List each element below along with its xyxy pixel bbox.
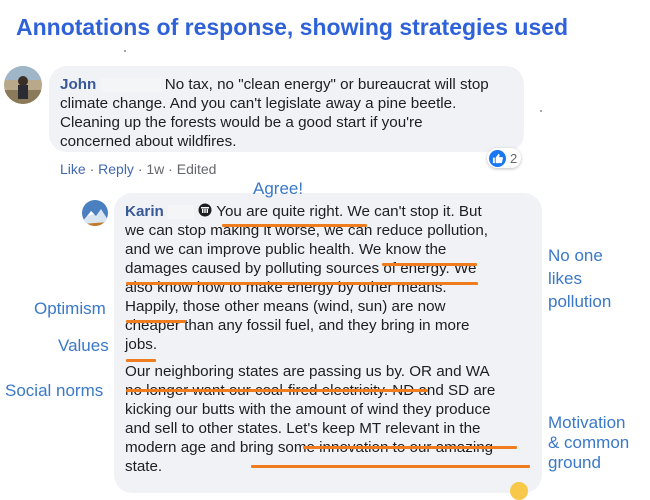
redacted-name (168, 204, 195, 219)
timestamp[interactable]: 1w (146, 161, 164, 177)
like-link[interactable]: Like (60, 161, 86, 177)
annotation-underline (126, 389, 428, 392)
annotation-underline (382, 263, 477, 266)
comment-text: damages caused by polluting sources of e… (125, 260, 477, 277)
annotation-underline (222, 224, 367, 227)
comment-text: You are quite right. We can't stop it. B… (216, 203, 482, 220)
stray-dot (124, 50, 126, 52)
comment-text: concerned about wildfires. (60, 133, 237, 150)
reaction-count[interactable]: 2 (487, 148, 522, 168)
comment-text: also know how to make energy by other me… (125, 279, 447, 296)
avatar[interactable] (82, 200, 108, 226)
annotation-underline (126, 320, 186, 323)
comment-text: cheaper than any fossil fuel, and they b… (125, 317, 470, 334)
reply-link[interactable]: Reply (98, 161, 134, 177)
comment-text: kicking our butts with the amount of win… (125, 401, 491, 418)
annotation-underline (303, 446, 517, 449)
comment-text: and we can improve public health. We kno… (125, 241, 447, 258)
comment-text: Our neighboring states are passing us by… (125, 363, 490, 380)
edited-label: Edited (176, 161, 217, 177)
emoji-icon[interactable] (510, 482, 528, 500)
author-name[interactable]: Karin (125, 203, 164, 220)
stray-dot (540, 110, 542, 112)
comment-bubble: John No tax, no "clean energy" or bureau… (49, 66, 524, 152)
annotation-social-norms: Social norms (5, 381, 104, 400)
annotation-optimism: Optimism (34, 299, 106, 318)
thumbs-up-icon (489, 149, 506, 167)
annotation-agree: Agree! (253, 179, 304, 198)
comment-text: and sell to other states. Let's keep MT … (125, 420, 481, 437)
annotation-motivation: Motivation & common ground (548, 413, 630, 472)
annotation-values: Values (58, 336, 109, 355)
author-name[interactable]: John (60, 76, 96, 93)
annotation-underline (126, 359, 156, 362)
annotation-no-one: No one likes pollution (548, 246, 612, 311)
comment-text: jobs. (125, 336, 158, 353)
redacted-name (100, 77, 161, 92)
annotation-underline (126, 282, 478, 285)
comment-actions: Like · Reply · 1w · Edited (60, 161, 217, 177)
comment-text: climate change. And you can't legislate … (60, 95, 457, 112)
annotation-underline (251, 465, 530, 468)
avatar[interactable] (4, 66, 42, 104)
globe-icon (198, 203, 212, 217)
comment-text: No tax, no "clean energy" or bureaucrat … (164, 76, 489, 93)
page-title: Annotations of response, showing strateg… (16, 14, 569, 40)
comment-text: Cleaning up the forests would be a good … (60, 114, 423, 131)
comment-text: Happily, those other means (wind, sun) a… (125, 298, 446, 315)
